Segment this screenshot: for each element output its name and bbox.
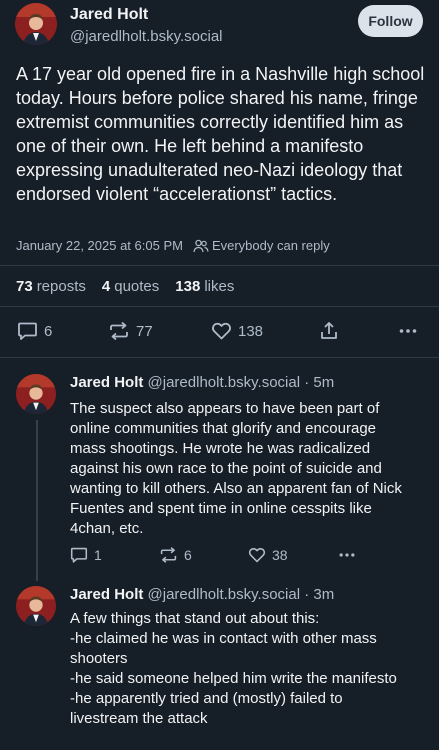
- repost-button[interactable]: 77: [108, 319, 153, 343]
- like-count: 138: [238, 322, 264, 340]
- speech-bubble-icon: [70, 547, 88, 563]
- reply-button[interactable]: 1: [70, 543, 102, 567]
- share-button[interactable]: [319, 319, 339, 343]
- quotes-stat[interactable]: 4 quotes: [102, 278, 159, 295]
- speech-bubble-icon: [18, 322, 37, 340]
- repost-count: 77: [136, 322, 153, 340]
- reposts-stat[interactable]: 73 reposts: [16, 278, 86, 295]
- reply-actions: 1 6 38: [0, 543, 439, 567]
- repost-button[interactable]: 6: [159, 543, 192, 567]
- more-options-button[interactable]: [398, 319, 418, 343]
- post-time[interactable]: · 5m: [304, 374, 334, 391]
- quotes-label: quotes: [114, 278, 160, 295]
- author-handle[interactable]: @jaredlholt.bsky.social: [70, 28, 223, 45]
- ellipsis-icon: [339, 553, 355, 557]
- like-button[interactable]: 38: [248, 543, 288, 567]
- author-name[interactable]: Jared Holt: [70, 374, 143, 391]
- author-name[interactable]: Jared Holt: [70, 586, 143, 603]
- follow-button[interactable]: Follow: [358, 5, 423, 37]
- like-button[interactable]: 138: [211, 319, 263, 343]
- share-icon: [321, 322, 337, 339]
- reposts-count: 73: [16, 278, 33, 295]
- reply-text: A few things that stand out about this: …: [70, 610, 397, 727]
- main-post-actions: 6 77 138: [0, 319, 439, 343]
- people-icon: [193, 239, 209, 252]
- post-meta: January 22, 2025 at 6:05 PM Everybody ca…: [16, 238, 330, 253]
- likes-label: likes: [204, 278, 235, 295]
- post-stats: 73 reposts 4 quotes 138 likes: [16, 278, 250, 295]
- post-time[interactable]: · 3m: [304, 586, 334, 603]
- reply-header: Jared Holt @jaredlholt.bsky.social · 3m: [70, 586, 334, 603]
- repost-arrows-icon: [160, 547, 177, 563]
- reply-text: The suspect also appears to have been pa…: [70, 400, 402, 537]
- reply-count: 6: [44, 322, 53, 340]
- avatar[interactable]: [15, 3, 57, 45]
- avatar[interactable]: [16, 374, 56, 414]
- heart-icon: [212, 322, 231, 340]
- likes-stat[interactable]: 138 likes: [175, 278, 234, 295]
- like-count: 38: [272, 547, 288, 563]
- divider: [0, 357, 439, 358]
- heart-icon: [248, 548, 266, 563]
- reply-button[interactable]: 6: [17, 319, 52, 343]
- quotes-count: 4: [101, 278, 111, 295]
- repost-count: 6: [184, 547, 192, 563]
- reply-header: Jared Holt @jaredlholt.bsky.social · 5m: [70, 374, 334, 391]
- avatar[interactable]: [16, 586, 56, 626]
- author-handle[interactable]: @jaredlholt.bsky.social: [148, 374, 301, 391]
- reposts-label: reposts: [36, 278, 86, 295]
- repost-arrows-icon: [110, 321, 128, 341]
- divider: [0, 265, 439, 266]
- author-name[interactable]: Jared Holt: [70, 6, 148, 24]
- ellipsis-icon: [399, 329, 417, 333]
- post-text: A 17 year old opened fire in a Nashville…: [16, 64, 425, 204]
- post-timestamp[interactable]: January 22, 2025 at 6:05 PM: [16, 238, 183, 253]
- reply-setting[interactable]: Everybody can reply: [212, 238, 330, 253]
- main-post-header: Jared Holt @jaredlholt.bsky.social Follo…: [0, 0, 439, 56]
- likes-count: 138: [175, 278, 201, 295]
- author-handle[interactable]: @jaredlholt.bsky.social: [148, 586, 301, 603]
- reply-count: 1: [94, 547, 102, 563]
- divider: [0, 306, 439, 307]
- more-options-button[interactable]: [338, 543, 356, 567]
